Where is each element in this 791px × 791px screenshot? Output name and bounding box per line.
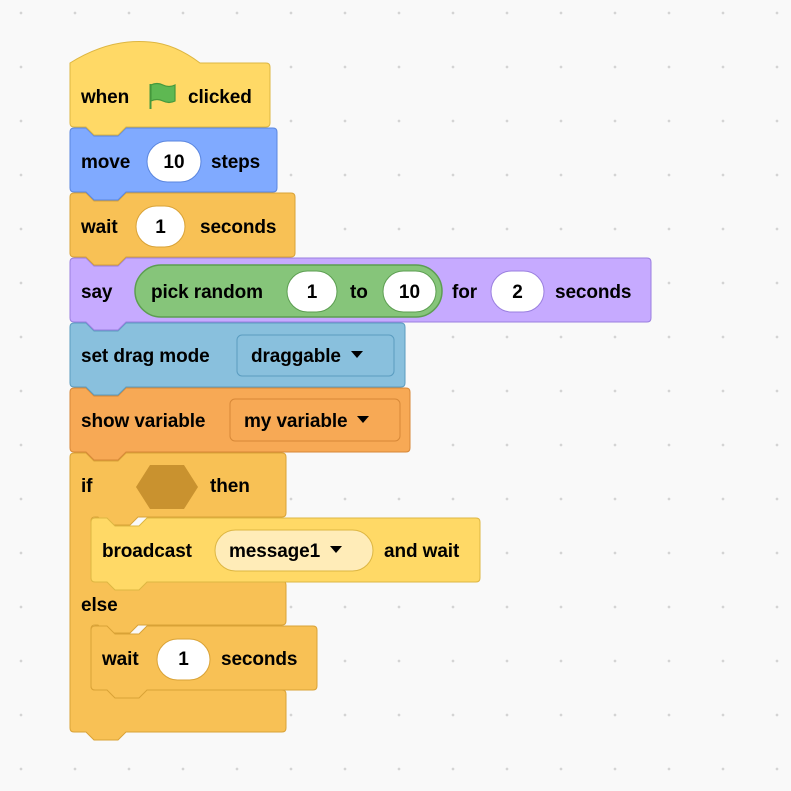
clicked-label: clicked bbox=[188, 87, 252, 108]
if-label: if bbox=[81, 476, 93, 497]
move-steps-value[interactable]: 10 bbox=[147, 152, 201, 174]
and-wait-label: and wait bbox=[384, 541, 460, 562]
steps-label: steps bbox=[211, 152, 261, 173]
then-label: then bbox=[210, 476, 250, 497]
script-canvas bbox=[69, 40, 652, 741]
to-label: to bbox=[350, 282, 368, 303]
message-option: message1 bbox=[229, 541, 321, 562]
else-seconds-label: seconds bbox=[221, 649, 298, 670]
move-label: move bbox=[81, 152, 131, 173]
when-label: when bbox=[81, 87, 130, 108]
set-drag-mode-label: set drag mode bbox=[81, 346, 210, 367]
broadcast-label: broadcast bbox=[102, 541, 192, 562]
seconds-label: seconds bbox=[200, 217, 277, 238]
say-label: say bbox=[81, 282, 113, 303]
dropdown-arrow-icon bbox=[350, 351, 363, 359]
say-secs-value[interactable]: 2 bbox=[491, 282, 544, 304]
show-variable-label: show variable bbox=[81, 411, 206, 432]
drag-mode-option: draggable bbox=[251, 346, 341, 367]
pick-random-label: pick random bbox=[151, 282, 263, 303]
random-from-value[interactable]: 1 bbox=[287, 282, 337, 304]
else-label: else bbox=[81, 595, 118, 616]
for-label: for bbox=[452, 282, 478, 303]
say-seconds-label: seconds bbox=[555, 282, 632, 303]
else-wait-label: wait bbox=[102, 649, 139, 670]
dropdown-arrow-icon bbox=[357, 416, 370, 424]
variable-value[interactable]: my variable bbox=[244, 411, 370, 433]
random-to-value[interactable]: 10 bbox=[383, 282, 436, 304]
drag-mode-value[interactable]: draggable bbox=[251, 346, 363, 368]
dropdown-arrow-icon bbox=[330, 546, 343, 554]
variable-option: my variable bbox=[244, 411, 348, 432]
else-wait-seconds-value[interactable]: 1 bbox=[157, 649, 210, 671]
wait-label: wait bbox=[81, 217, 118, 238]
broadcast-message-value[interactable]: message1 bbox=[229, 541, 343, 563]
wait-seconds-value[interactable]: 1 bbox=[136, 217, 185, 239]
